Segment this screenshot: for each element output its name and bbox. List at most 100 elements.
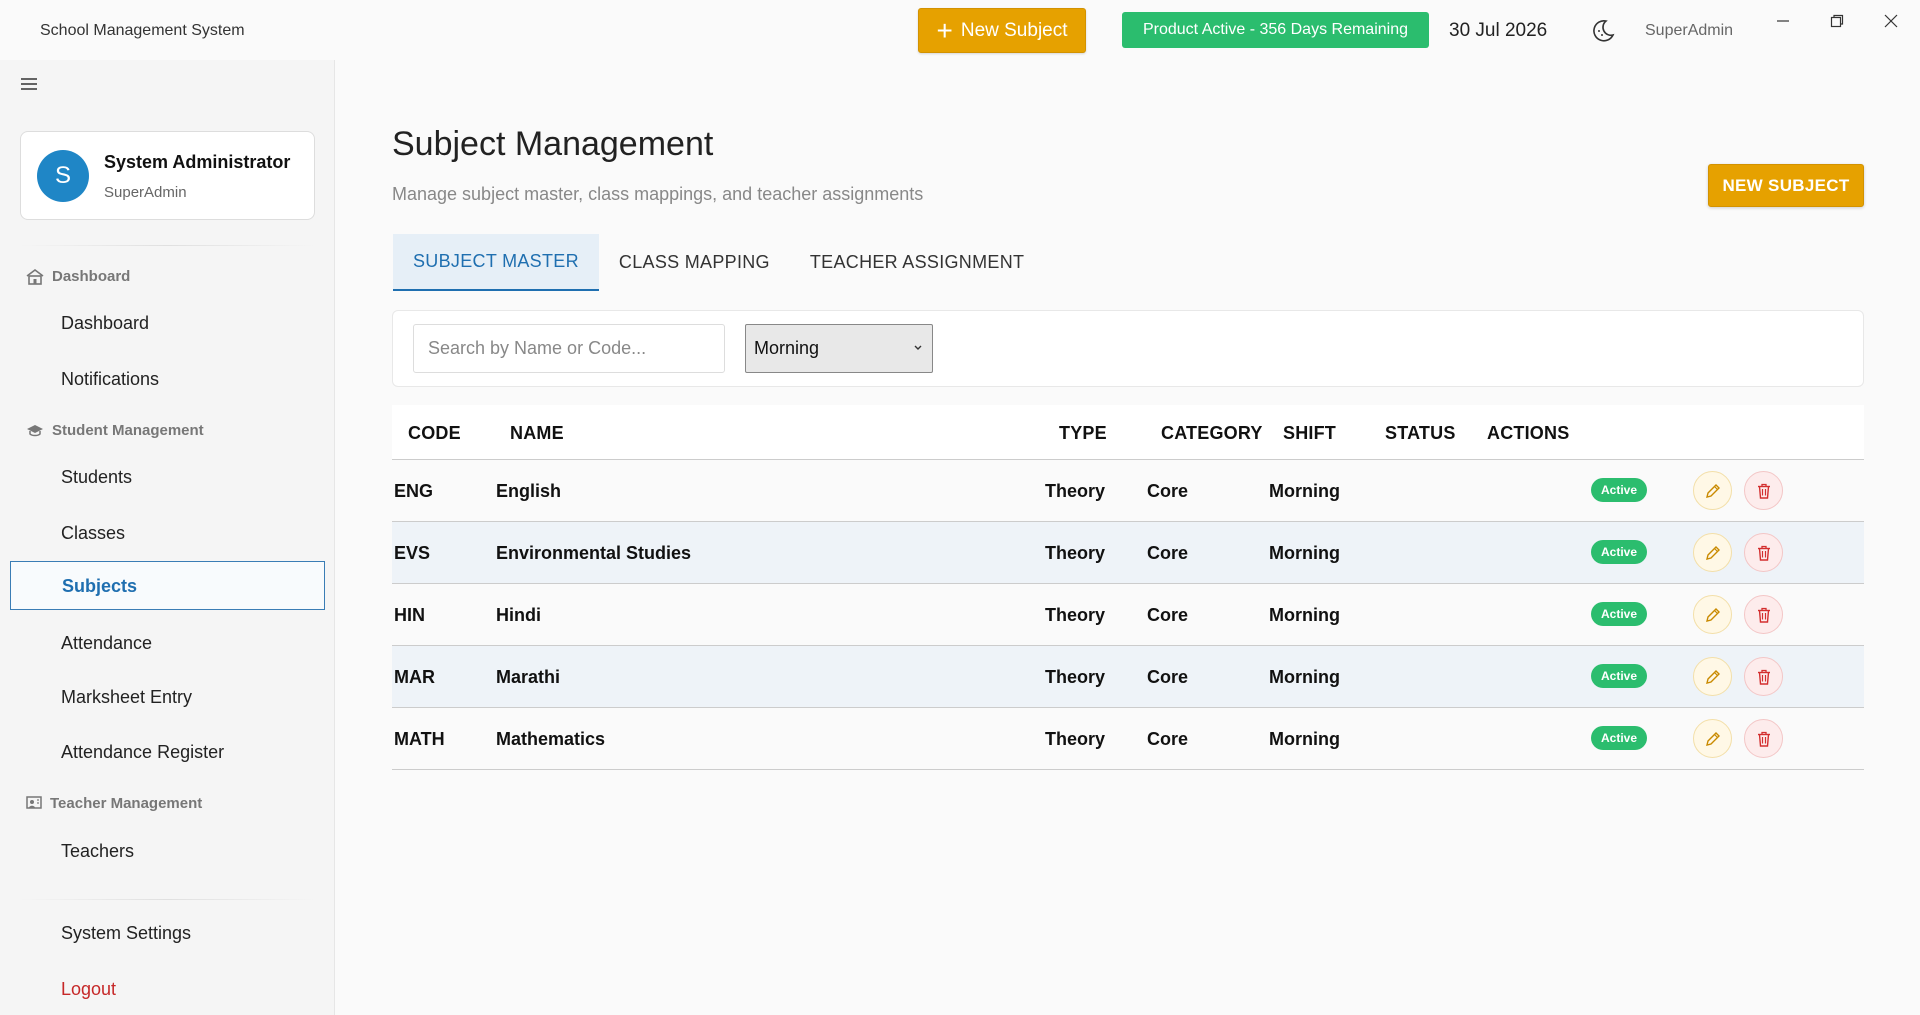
pencil-icon: [1705, 669, 1720, 684]
sidebar-item-notifications[interactable]: Notifications: [61, 369, 159, 390]
sidebar-item-subjects[interactable]: Subjects: [10, 561, 325, 610]
current-date: 30 Jul 2026: [1449, 20, 1548, 41]
restore-button[interactable]: [1817, 6, 1857, 36]
app-title: School Management System: [40, 22, 245, 39]
chevron-down-icon: [914, 345, 922, 350]
delete-button[interactable]: [1744, 533, 1783, 572]
cell-name: English: [496, 481, 562, 501]
teacher-icon: [26, 795, 42, 809]
shift-select-value: Morning: [754, 338, 820, 358]
table-row[interactable]: ENG English Theory Core Morning Active: [392, 460, 1864, 522]
edit-button[interactable]: [1693, 719, 1732, 758]
cell-type: Theory: [1045, 481, 1106, 501]
tab-subject-master[interactable]: SUBJECT MASTER: [393, 234, 599, 291]
cell-type: Theory: [1045, 605, 1106, 625]
close-window-button[interactable]: [1871, 6, 1911, 36]
current-user: SuperAdmin: [1645, 22, 1734, 39]
tab-class-mapping[interactable]: CLASS MAPPING: [599, 234, 790, 291]
cell-code: MATH: [394, 729, 445, 749]
pencil-icon: [1705, 731, 1720, 746]
column-header-category[interactable]: CATEGORY: [1161, 423, 1263, 444]
title-bar: School Management System + New Subject P…: [0, 0, 1920, 60]
minimize-icon: [1777, 20, 1789, 22]
moon-icon[interactable]: [1590, 18, 1616, 44]
sidebar-section-dashboard: Dashboard: [26, 268, 130, 285]
profile-card[interactable]: S System Administrator SuperAdmin: [20, 131, 315, 220]
cell-shift: Morning: [1269, 605, 1340, 625]
sidebar-item-label: Subjects: [62, 576, 138, 596]
sidebar-section-label: Student Management: [52, 422, 204, 439]
edit-button[interactable]: [1693, 657, 1732, 696]
column-header-actions: ACTIONS: [1487, 423, 1570, 443]
delete-button[interactable]: [1744, 595, 1783, 634]
cell-shift: Morning: [1269, 729, 1340, 749]
cell-category: Core: [1147, 481, 1189, 501]
sidebar-item-students[interactable]: Students: [61, 467, 132, 488]
column-header-code[interactable]: CODE: [408, 423, 461, 444]
sidebar-item-teachers[interactable]: Teachers: [61, 841, 134, 862]
column-header-shift[interactable]: SHIFT: [1283, 423, 1336, 444]
table-row[interactable]: HIN Hindi Theory Core Morning Active: [392, 584, 1864, 646]
sidebar-item-dashboard[interactable]: Dashboard: [61, 313, 149, 334]
cell-shift: Morning: [1269, 667, 1340, 687]
subjects-table: CODE NAME TYPE CATEGORY SHIFT STATUS ACT…: [392, 405, 1864, 770]
page-title: Subject Management: [392, 125, 714, 163]
trash-icon: [1757, 607, 1770, 623]
shift-select[interactable]: Morning: [745, 324, 933, 373]
cell-category: Core: [1147, 543, 1189, 563]
school-icon: [26, 268, 44, 285]
cell-name: Mathematics: [496, 729, 606, 749]
sidebar: S System Administrator SuperAdmin Dashbo…: [0, 60, 335, 1015]
status-badge: Active: [1591, 664, 1647, 688]
profile-role: SuperAdmin: [104, 184, 187, 201]
sidebar-item-marksheet-entry[interactable]: Marksheet Entry: [61, 687, 192, 708]
delete-button[interactable]: [1744, 657, 1783, 696]
column-header-name[interactable]: NAME: [510, 423, 564, 444]
table-row[interactable]: MAR Marathi Theory Core Morning Active: [392, 646, 1864, 708]
sidebar-item-classes[interactable]: Classes: [61, 523, 125, 544]
edit-button[interactable]: [1693, 595, 1732, 634]
new-subject-button[interactable]: + New Subject: [918, 8, 1086, 53]
cell-type: Theory: [1045, 667, 1106, 687]
plus-icon: +: [936, 14, 953, 46]
cell-category: Core: [1147, 729, 1189, 749]
status-badge: Active: [1591, 540, 1647, 564]
trash-icon: [1757, 669, 1770, 685]
column-header-type[interactable]: TYPE: [1059, 423, 1107, 444]
table-row[interactable]: EVS Environmental Studies Theory Core Mo…: [392, 522, 1864, 584]
search-input[interactable]: [413, 324, 725, 373]
cell-code: EVS: [394, 543, 431, 563]
table-row[interactable]: MATH Mathematics Theory Core Morning Act…: [392, 708, 1864, 770]
cell-shift: Morning: [1269, 543, 1340, 563]
delete-button[interactable]: [1744, 719, 1783, 758]
sidebar-divider: [20, 245, 315, 246]
sidebar-section-student-management: Student Management: [26, 422, 204, 439]
sidebar-section-label: Dashboard: [52, 268, 131, 285]
hamburger-menu-icon[interactable]: [20, 77, 42, 93]
license-status-badge: Product Active - 356 Days Remaining: [1122, 12, 1429, 48]
cell-name: Environmental Studies: [496, 543, 692, 563]
edit-button[interactable]: [1693, 471, 1732, 510]
sidebar-item-system-settings[interactable]: System Settings: [61, 923, 191, 944]
tab-bar: SUBJECT MASTER CLASS MAPPING TEACHER ASS…: [393, 234, 1044, 291]
status-badge: Active: [1591, 726, 1647, 750]
column-header-status: STATUS: [1385, 423, 1456, 443]
delete-button[interactable]: [1744, 471, 1783, 510]
edit-button[interactable]: [1693, 533, 1732, 572]
restore-icon: [1830, 14, 1844, 28]
new-subject-main-button[interactable]: NEW SUBJECT: [1708, 164, 1864, 207]
new-subject-label: New Subject: [960, 19, 1068, 41]
sidebar-section-teacher-management: Teacher Management: [26, 795, 202, 812]
sidebar-section-label: Teacher Management: [50, 795, 203, 812]
table-header: CODE NAME TYPE CATEGORY SHIFT STATUS ACT…: [392, 405, 1864, 460]
close-icon: [1884, 14, 1898, 28]
tab-teacher-assignment[interactable]: TEACHER ASSIGNMENT: [790, 234, 1044, 291]
cell-type: Theory: [1045, 729, 1106, 749]
sidebar-item-attendance[interactable]: Attendance: [61, 633, 152, 654]
main-content: Subject Management Manage subject master…: [336, 60, 1920, 1015]
minimize-button[interactable]: [1763, 6, 1803, 36]
sidebar-item-attendance-register[interactable]: Attendance Register: [61, 742, 224, 763]
trash-icon: [1757, 545, 1770, 561]
graduation-cap-icon: [27, 424, 43, 436]
logout-link[interactable]: Logout: [61, 979, 116, 1000]
